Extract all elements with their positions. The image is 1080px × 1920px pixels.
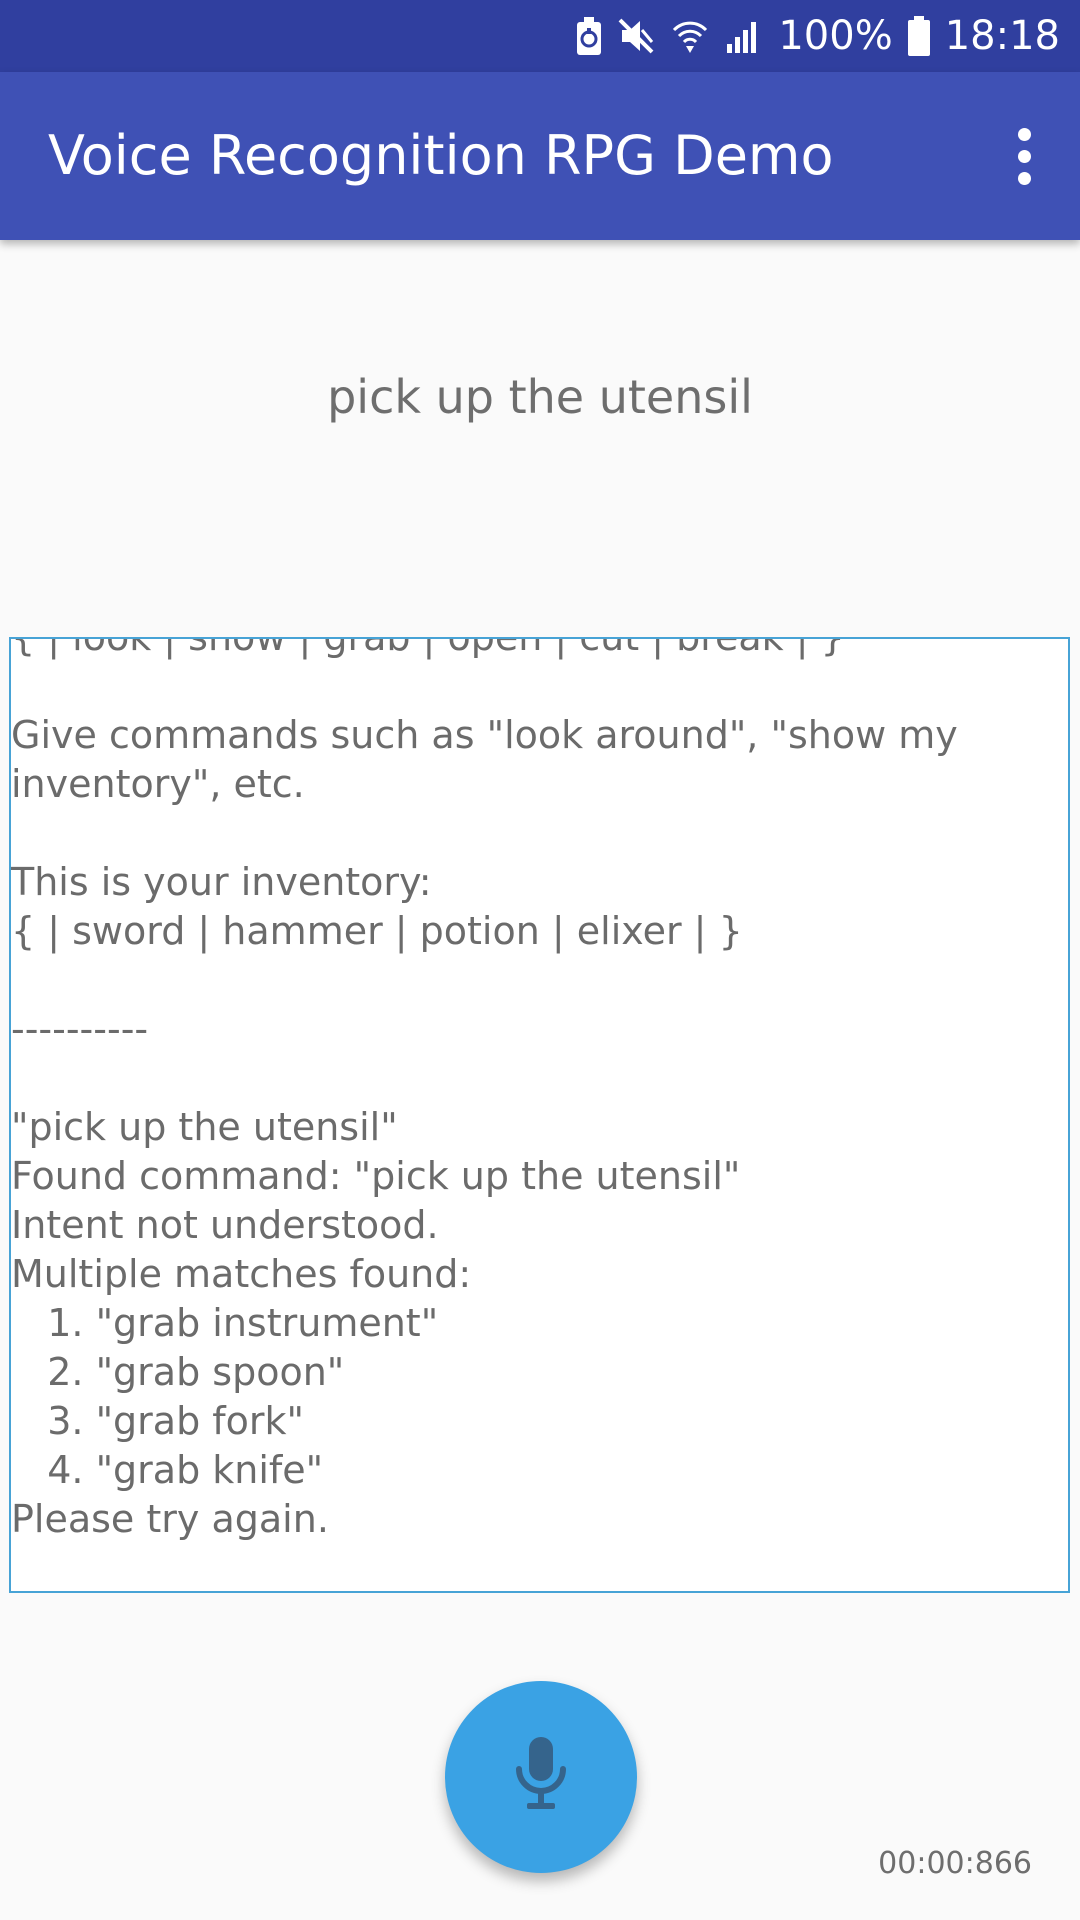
wifi-icon [670, 16, 710, 56]
elapsed-timer: 00:00:866 [878, 1846, 1032, 1881]
status-bar: 100% 18:18 [0, 0, 1080, 72]
log-output-box[interactable]: { | look | show | grab | open | cut | br… [9, 637, 1070, 1593]
battery-percent: 100% [778, 13, 893, 59]
menu-dot [1017, 171, 1031, 185]
battery-icon [907, 15, 931, 57]
overflow-menu-icon[interactable] [994, 126, 1054, 186]
mute-icon [616, 16, 656, 56]
menu-dot [1017, 149, 1031, 163]
app-bar: Voice Recognition RPG Demo [0, 72, 1080, 240]
app-title: Voice Recognition RPG Demo [48, 124, 834, 187]
microphone-icon [513, 1735, 569, 1820]
log-text: { | look | show | grab | open | cut | br… [11, 637, 958, 1541]
battery-saver-icon [576, 16, 602, 56]
clock: 18:18 [944, 13, 1060, 59]
signal-icon [724, 16, 764, 56]
menu-dot [1017, 127, 1031, 141]
status-icons: 100% 18:18 [576, 0, 1060, 72]
microphone-button[interactable] [445, 1681, 637, 1873]
recognized-phrase: pick up the utensil [327, 370, 753, 424]
